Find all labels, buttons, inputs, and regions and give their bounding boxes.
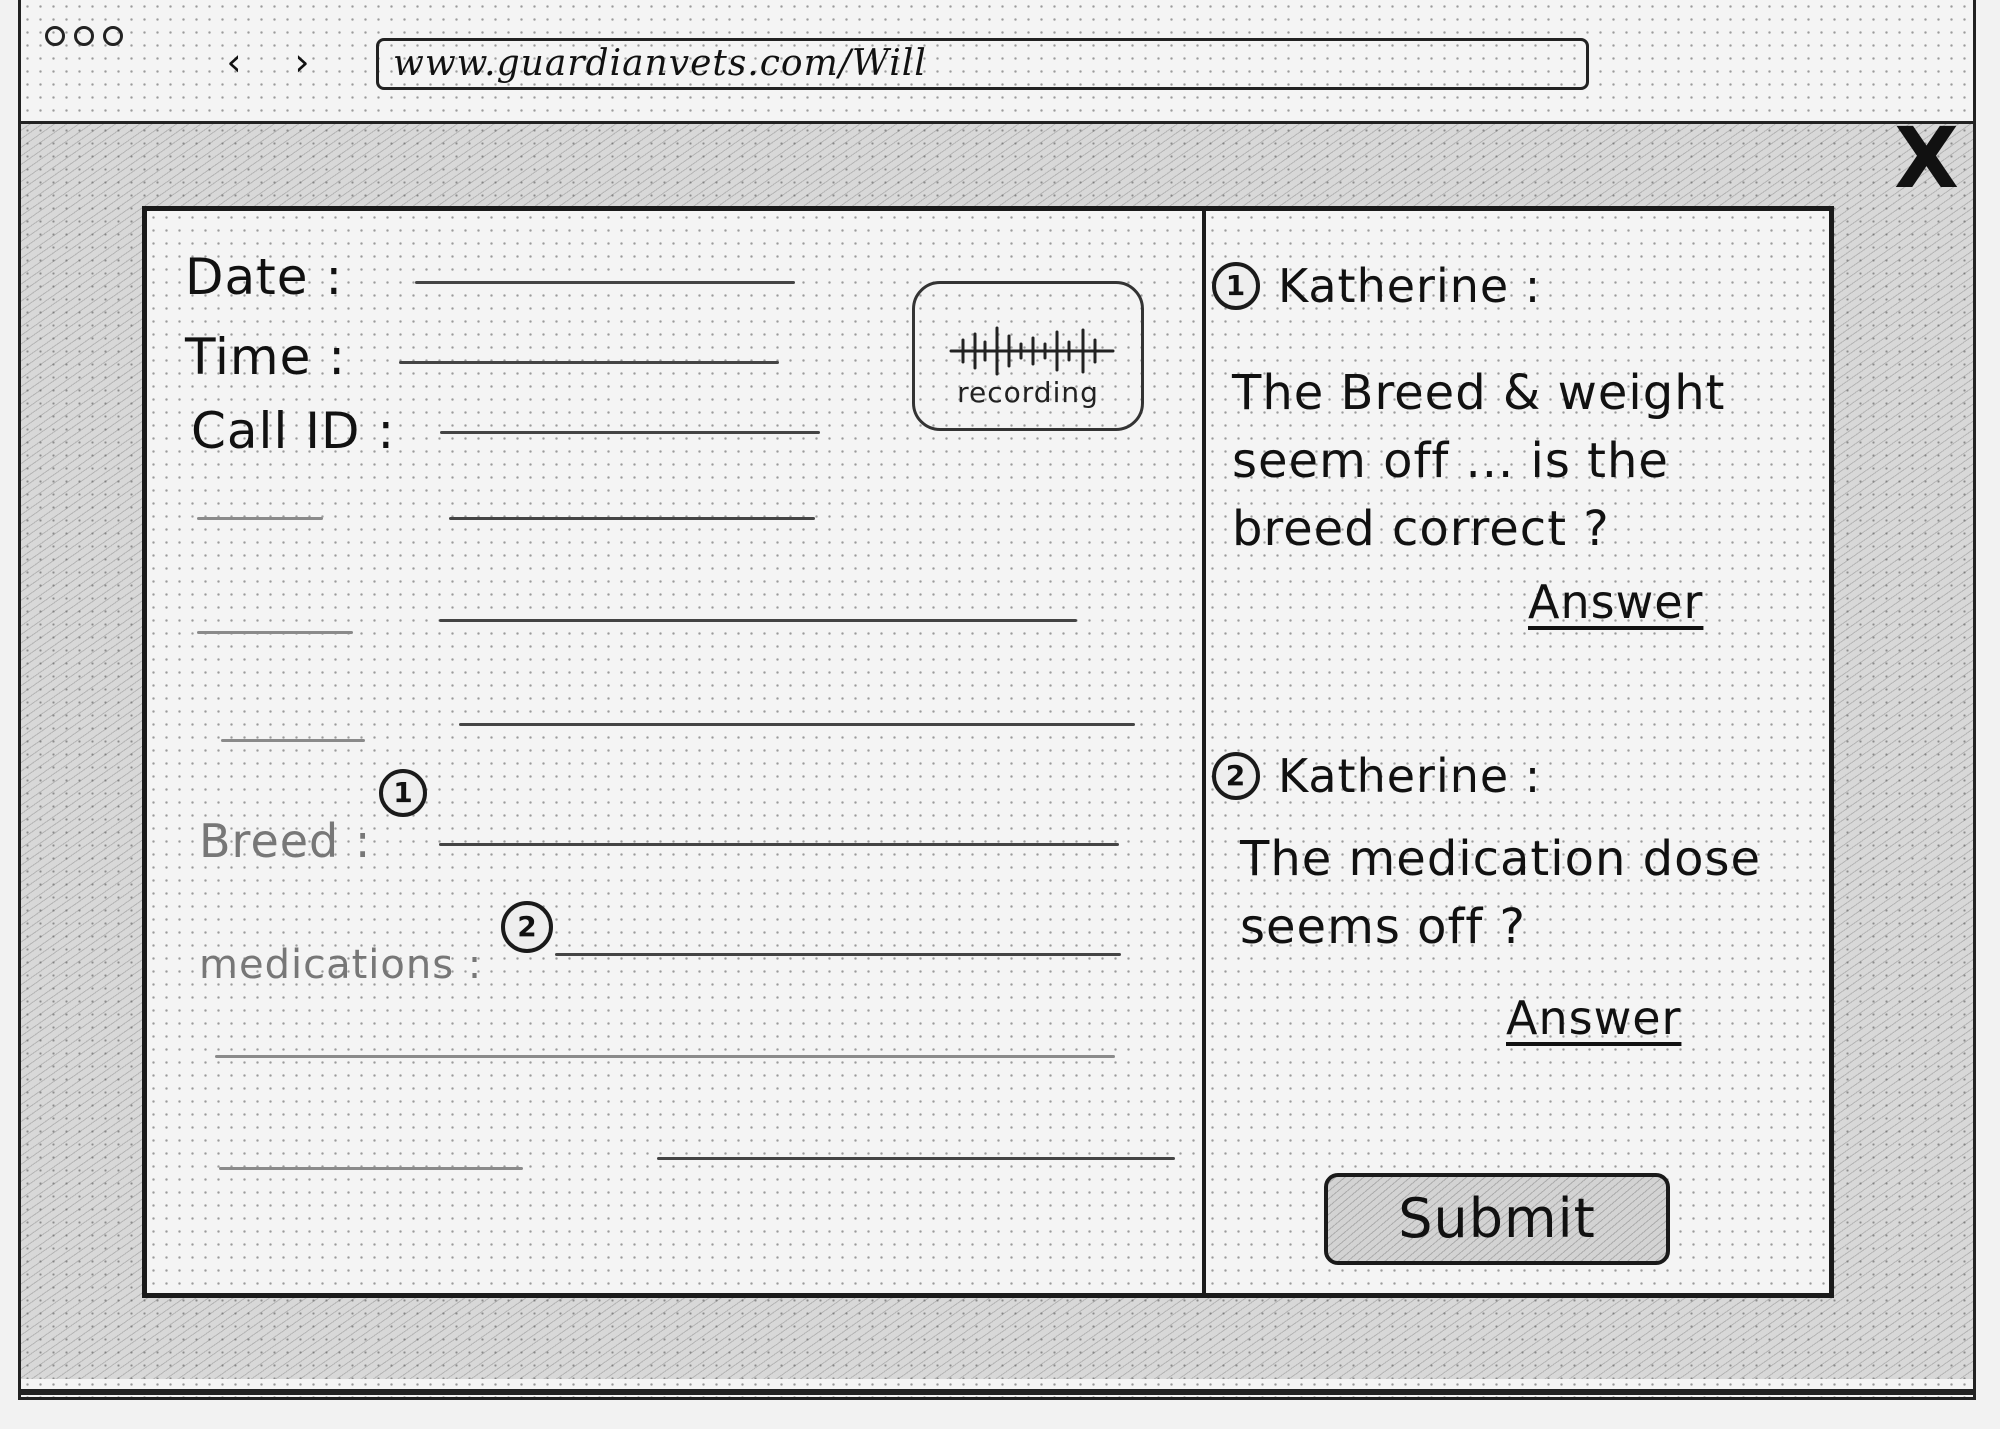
breed-field[interactable] [439,843,1119,846]
window-minimize-dot[interactable] [74,26,94,46]
blank-field[interactable] [439,619,1077,622]
date-field[interactable] [415,281,795,284]
blank-field[interactable] [459,723,1135,726]
comment-number-badge: 2 [1212,752,1260,800]
window-bottom-edge [18,1389,1976,1395]
time-label: Time : [185,328,347,386]
call-id-field[interactable] [440,431,820,434]
blank-label-line [219,1167,523,1170]
comment-text: The Breed & weight seem off ... is the b… [1232,365,1726,557]
address-bar[interactable]: www.guardianvets.com/Will [376,38,1589,90]
recording-label: recording [957,376,1099,409]
answer-link-2[interactable]: Answer [1506,991,1681,1045]
blank-field[interactable] [657,1157,1175,1160]
call-form-panel: Date : Time : Call ID : recording Breed … [147,211,1206,1293]
comment-author: Katherine : [1278,259,1542,313]
back-button[interactable]: ‹ [219,42,249,82]
recording-button[interactable]: recording [912,281,1144,431]
blank-field[interactable] [449,517,815,520]
answer-link-1[interactable]: Answer [1528,575,1703,629]
comment-author: Katherine : [1278,749,1542,803]
window-maximize-dot[interactable] [103,26,123,46]
window-close-dot[interactable] [45,26,65,46]
waveform-icon [949,326,1115,376]
browser-chrome: ‹ › www.guardianvets.com/Will [21,0,1973,124]
comment-number-badge: 1 [1212,262,1260,310]
comment-header-1: 1 Katherine : [1212,259,1541,313]
blank-label-line [221,739,365,742]
comment-text: The medication dose seems off ? [1240,831,1762,955]
blank-field[interactable] [215,1055,1115,1058]
date-label: Date : [185,248,344,306]
submit-button[interactable]: Submit [1324,1173,1670,1265]
time-field[interactable] [399,361,779,364]
breed-label: Breed : [199,814,372,868]
comment-header-2: 2 Katherine : [1212,749,1541,803]
blank-label-line [197,517,323,520]
call-id-label: Call ID : [191,402,396,460]
close-modal-button[interactable]: X [1892,116,1962,200]
medications-label: medications : [199,942,483,988]
medications-field[interactable] [555,953,1121,956]
comment-marker-2[interactable]: 2 [501,901,553,953]
comment-marker-1[interactable]: 1 [379,769,427,817]
comments-panel: 1 Katherine : The Breed & weight seem of… [1206,211,1829,1293]
review-modal: Date : Time : Call ID : recording Breed … [142,206,1834,1298]
window-controls [45,26,123,46]
forward-button[interactable]: › [287,42,317,82]
blank-label-line [197,631,353,634]
